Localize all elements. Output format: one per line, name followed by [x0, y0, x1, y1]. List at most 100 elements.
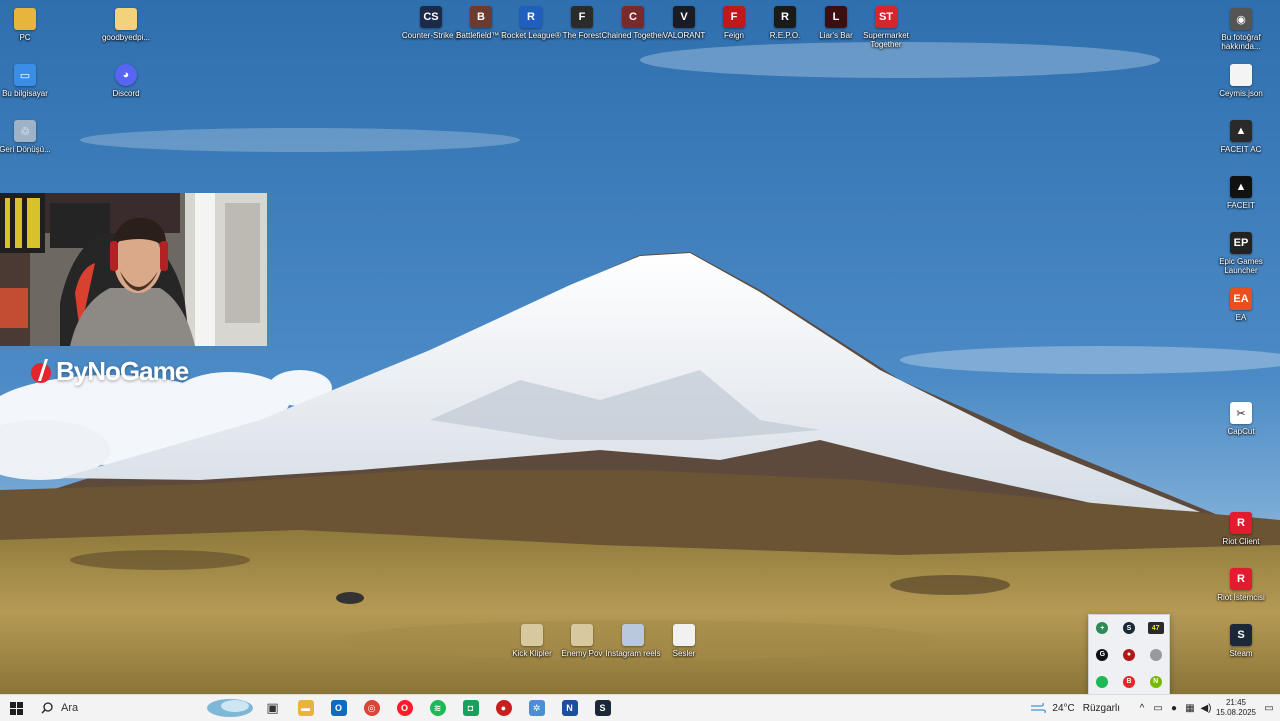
game-launcher-icon: ●	[495, 700, 512, 716]
desktop-icon-label: Kick Klipler	[512, 649, 552, 658]
taskbar-app-button[interactable]: ◎	[355, 695, 388, 721]
folder-icon	[571, 624, 593, 646]
desktop-icon[interactable]: R Riot İstemcisi	[1209, 564, 1273, 624]
weather-wind-icon[interactable]	[1026, 695, 1050, 721]
desktop-icon-label: EA	[1235, 313, 1247, 322]
faceit-ac-icon: ▲	[1230, 120, 1252, 142]
webcam-overlay	[0, 193, 267, 346]
taskbar-search[interactable]: Ara	[33, 695, 253, 721]
settings-app-icon: ✲	[528, 700, 545, 716]
taskbar-app-button[interactable]: ✲	[520, 695, 553, 721]
feign-icon: F	[723, 6, 745, 28]
steam-taskbar-icon: S	[594, 700, 611, 716]
forest-icon: F	[571, 6, 593, 28]
desktop-icon-label: Discord	[112, 89, 140, 98]
tray-overflow-flyout: + S 47 G ● B N	[1088, 614, 1170, 694]
liars-bar-icon: L	[825, 6, 847, 28]
desktop-icon-label: FACEIT	[1226, 201, 1255, 210]
chrome-icon: ◎	[363, 700, 380, 716]
spotify-icon: ≋	[429, 700, 446, 716]
taskbar-app-button[interactable]: ●	[487, 695, 520, 721]
desktop-icon-label: Ceymis.json	[1219, 89, 1263, 98]
capcut-icon: ✂	[1230, 402, 1252, 424]
taskbar-app-button[interactable]: S	[586, 695, 619, 721]
wallpaper-mountain	[0, 0, 1280, 694]
desktop-icon-label: Riot İstemcisi	[1217, 593, 1265, 602]
camera-info-icon: ◉	[1230, 8, 1252, 30]
desktop-icon-label: Feign	[723, 31, 744, 40]
desktop-icon[interactable]: EA EA	[1209, 284, 1273, 344]
chevron-up-icon[interactable]: ^	[1134, 695, 1150, 721]
shield-icon[interactable]: +	[1096, 622, 1109, 635]
desktop-icon-pc[interactable]: PC	[0, 4, 57, 64]
desktop-icon-label: R.E.P.O.	[769, 31, 801, 40]
desktop-icon[interactable]: Sesler	[652, 620, 716, 680]
display-icon[interactable]: ▭	[1150, 695, 1166, 721]
taskbar-app-button[interactable]: O	[388, 695, 421, 721]
file-icon	[1230, 64, 1252, 86]
taskbar-app-button[interactable]: ▣	[256, 695, 289, 721]
desktop-icon-discord[interactable]: ◕ Discord	[94, 60, 158, 120]
desktop-icon-label: Bu bilgisayar	[2, 89, 48, 98]
start-button[interactable]	[0, 695, 33, 721]
spotify-tray-icon[interactable]	[1096, 675, 1109, 688]
rocket-league-icon: R	[520, 6, 542, 28]
faceit-icon: ▲	[1230, 176, 1252, 198]
desktop-icon[interactable]: EP Epic Games Launcher	[1209, 228, 1273, 288]
taskbar-app-button[interactable]: O	[322, 695, 355, 721]
desktop-icon[interactable]: ✂ CapCut	[1209, 398, 1273, 458]
desktop-icon-label: VALORANT	[662, 31, 706, 40]
desktop-icon-label: FACEIT AC	[1220, 145, 1262, 154]
cs2-icon: CS	[420, 6, 442, 28]
counter-badge-icon[interactable]: 47	[1147, 622, 1164, 635]
desktop-icon-goodbyedpi[interactable]: goodbyedpi...	[94, 4, 158, 64]
steam-icon: S	[1230, 624, 1252, 646]
gauge-icon[interactable]: G	[1096, 648, 1109, 661]
supermarket-icon: ST	[875, 6, 897, 28]
desktop-icon-label: Bu fotoğraf hakkında...	[1221, 33, 1261, 51]
desktop-icon-label: PC	[19, 33, 31, 42]
recycle-bin-icon: ♲	[14, 120, 36, 142]
microphone-icon[interactable]: ●	[1166, 695, 1182, 721]
nvidia-tray-icon[interactable]: N	[1149, 675, 1162, 688]
computer-icon: ▭	[14, 64, 36, 86]
desktop-icon-label: Sesler	[672, 649, 696, 658]
desktop-icon[interactable]: ▲ FACEIT	[1209, 172, 1273, 232]
network-icon[interactable]: ▦	[1182, 695, 1198, 721]
desktop-icon[interactable]: S Steam	[1209, 620, 1273, 680]
file-explorer-icon: ▬	[297, 700, 314, 716]
bynogame-mark-icon	[31, 358, 51, 383]
taskbar-app-button[interactable]: ▬	[289, 695, 322, 721]
folder-icon	[521, 624, 543, 646]
clock-time: 21:45	[1225, 698, 1247, 707]
desktop-icon-recycle-bin[interactable]: ♲ Geri Dönüşü...	[0, 116, 57, 176]
folder-icon	[115, 8, 137, 30]
weather-temp[interactable]: 24°C	[1052, 703, 1074, 714]
desktop-icon[interactable]: Ceymis.json	[1209, 60, 1273, 120]
volume-icon[interactable]: ◀)	[1198, 695, 1214, 721]
opera-icon: O	[396, 700, 413, 716]
taskbar-app-button[interactable]: ◘	[454, 695, 487, 721]
desktop-icon-label: Liar's Bar	[819, 31, 853, 40]
desktop: PC goodbyedpi... ▭ Bu bilgisayar ◕ Disco…	[0, 0, 1280, 694]
weather-condition[interactable]: Rüzgarlı	[1083, 703, 1120, 714]
repo-icon: R	[774, 6, 796, 28]
game-tray-icon[interactable]: ●	[1122, 648, 1135, 661]
folder-icon	[622, 624, 644, 646]
taskbar: Ara ▣ ▬ O ◎ O ≋ ◘ ● ✲ N S 24°C Rüzgarlı ^ ▭ ● ▦ ◀)…	[0, 694, 1280, 721]
desktop-icon[interactable]: ◉ Bu fotoğraf hakkında...	[1209, 4, 1273, 64]
taskbar-app-button[interactable]: ≋	[421, 695, 454, 721]
desktop-icon[interactable]: R Riot Client	[1209, 508, 1273, 568]
steam-tray-icon[interactable]: S	[1122, 622, 1135, 635]
search-placeholder: Ara	[61, 702, 79, 714]
taskbar-app-button[interactable]: N	[553, 695, 586, 721]
epic-icon: EP	[1230, 232, 1252, 254]
desktop-icon[interactable]: ST Supermarket Together	[854, 2, 918, 62]
desktop-icon[interactable]: ▲ FACEIT AC	[1209, 116, 1273, 176]
bynogame-tray-icon[interactable]: B	[1122, 675, 1135, 688]
clock[interactable]: 21:45 15.08.2025	[1214, 698, 1258, 718]
desktop-icon-this-pc[interactable]: ▭ Bu bilgisayar	[0, 60, 57, 120]
circle-gray-icon[interactable]	[1149, 648, 1162, 661]
bynogame-logo: ByNoGame	[30, 356, 189, 387]
notifications-icon[interactable]: ▭	[1258, 695, 1280, 721]
